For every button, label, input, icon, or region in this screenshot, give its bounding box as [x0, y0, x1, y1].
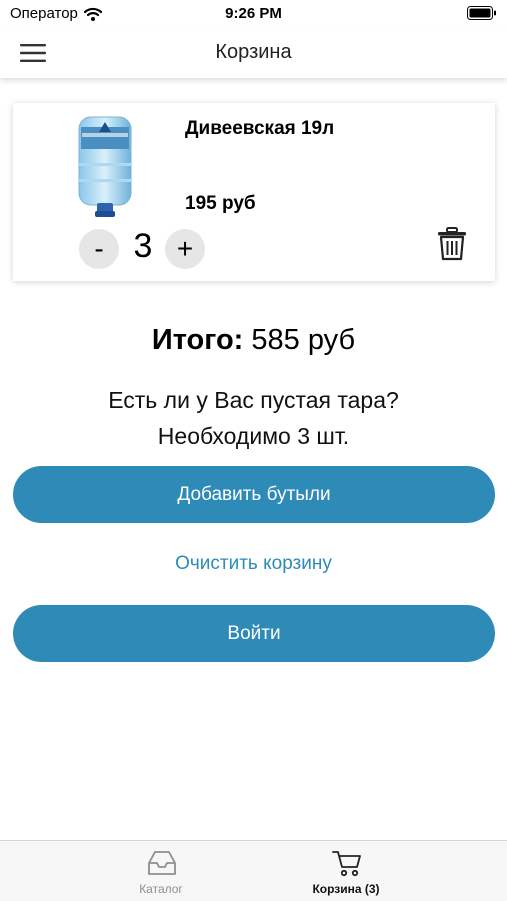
- clock: 9:26 PM: [225, 5, 282, 22]
- quantity-value: 3: [133, 227, 153, 265]
- tab-catalog[interactable]: Каталог: [61, 841, 261, 901]
- tara-needed: Необходимо 3 шт.: [157, 423, 350, 449]
- order-total: Итого: 585 руб: [0, 324, 507, 357]
- tab-bar: Каталог Корзина (3): [0, 840, 507, 901]
- increase-quantity-button[interactable]: +: [165, 229, 205, 269]
- login-button[interactable]: Войти: [13, 605, 495, 662]
- add-bottles-button[interactable]: Добавить бутыли: [13, 466, 495, 523]
- cart-icon: [332, 851, 361, 877]
- clear-cart-link[interactable]: Очистить корзину: [0, 553, 507, 575]
- page-title: Корзина: [215, 41, 292, 63]
- cart-item-card: Дивеевская 19л 195 руб - 3 +: [13, 103, 495, 281]
- product-image: [78, 116, 132, 217]
- status-bar: Оператор 9:26 PM: [0, 0, 507, 28]
- inbox-icon: [148, 851, 176, 875]
- tab-cart-label: Корзина (3): [312, 882, 380, 896]
- tab-catalog-label: Каталог: [139, 882, 183, 896]
- total-value: 585 руб: [251, 324, 356, 356]
- empty-container-notice: Есть ли у Вас пустая тара? Необходимо 3 …: [0, 382, 507, 454]
- tab-cart[interactable]: Корзина (3): [246, 841, 446, 901]
- nav-bar: Корзина: [0, 28, 507, 78]
- total-label: Итого:: [151, 324, 244, 356]
- tara-question: Есть ли у Вас пустая тара?: [108, 387, 399, 413]
- battery-icon: [467, 6, 496, 20]
- product-name: Дивеевская 19л: [185, 118, 335, 139]
- trash-icon[interactable]: [437, 227, 467, 261]
- product-price: 195 руб: [185, 193, 256, 214]
- decrease-quantity-button[interactable]: -: [79, 229, 119, 269]
